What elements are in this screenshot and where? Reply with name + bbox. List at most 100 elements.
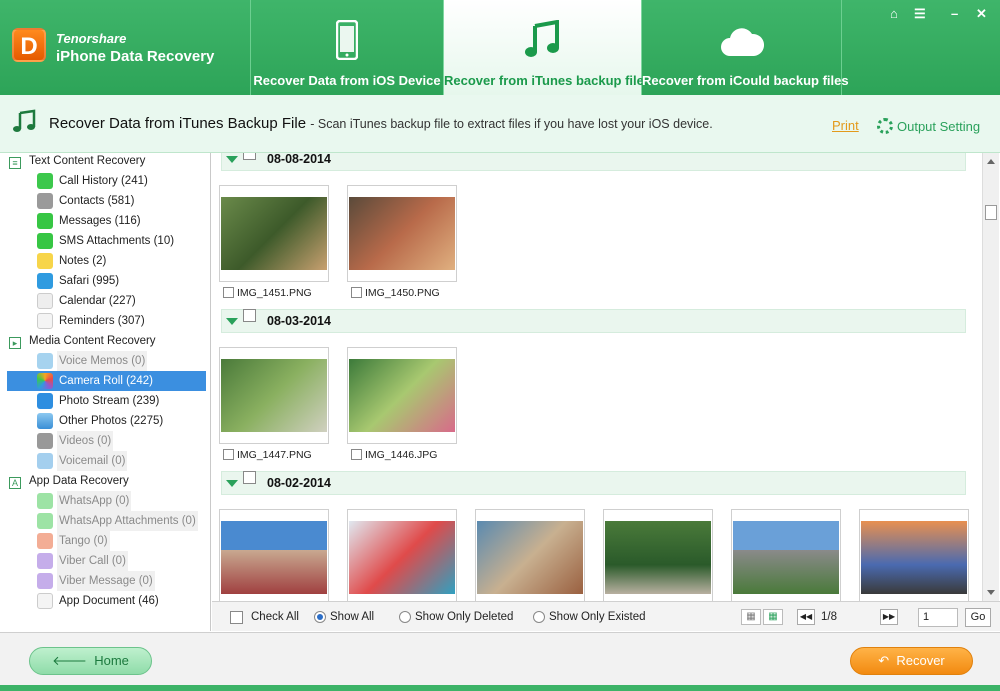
- first-page-icon[interactable]: ◀◀: [797, 609, 815, 625]
- menu-icon[interactable]: ☰: [914, 6, 926, 22]
- date-group-header[interactable]: 08-03-2014: [221, 309, 966, 333]
- show-existed-radio[interactable]: [533, 611, 545, 623]
- category-text-content[interactable]: ≡ Text Content Recovery: [0, 151, 145, 171]
- list-view-icon[interactable]: ▦: [741, 609, 761, 625]
- sidebar-item-notes[interactable]: Notes (2): [7, 251, 206, 271]
- go-button[interactable]: Go: [965, 608, 991, 627]
- collapse-arrow-icon[interactable]: [226, 156, 238, 163]
- scrollbar-thumb[interactable]: [985, 205, 997, 220]
- photo-checkbox[interactable]: [223, 287, 234, 298]
- photo-grid: 08-08-2014 IMG_1451.PNG IMG_1450.PNG 08-…: [212, 153, 982, 601]
- photo-thumbnail[interactable]: [731, 509, 841, 601]
- photo-checkbox[interactable]: [223, 449, 234, 460]
- photo-image: [349, 197, 455, 270]
- home-label: Home: [94, 653, 129, 668]
- tango-icon: [37, 533, 53, 549]
- sidebar-item-videos[interactable]: Videos (0): [7, 431, 206, 451]
- show-all-label: Show All: [330, 611, 375, 623]
- sidebar-item-call-history[interactable]: Call History (241): [7, 171, 206, 191]
- photo-thumbnail[interactable]: [219, 347, 329, 444]
- photo-caption[interactable]: IMG_1450.PNG: [351, 287, 440, 299]
- page-description: - Scan iTunes backup file to extract fil…: [310, 117, 713, 131]
- sidebar-item-label: Tango (0): [57, 531, 110, 551]
- scroll-up-icon[interactable]: [987, 159, 995, 164]
- photo-image: [349, 521, 455, 594]
- photo-thumbnail[interactable]: [859, 509, 969, 601]
- photo-thumbnail[interactable]: [219, 509, 329, 601]
- photo-thumbnail[interactable]: [347, 185, 457, 282]
- last-page-icon[interactable]: ▶▶: [880, 609, 898, 625]
- sidebar-item-viber-message[interactable]: Viber Message (0): [7, 571, 206, 591]
- output-setting-button[interactable]: Output Setting: [877, 118, 980, 134]
- page-number-input[interactable]: 1: [918, 608, 958, 627]
- sidebar-item-tango[interactable]: Tango (0): [7, 531, 206, 551]
- sidebar-item-camera-roll[interactable]: Camera Roll (242): [7, 371, 206, 391]
- sidebar: ≡ Text Content Recovery Call History (241…: [0, 153, 211, 631]
- sidebar-item-label: Contacts (581): [59, 195, 135, 207]
- recover-button[interactable]: ↶ Recover: [850, 647, 973, 675]
- app-title: iPhone Data Recovery: [56, 48, 215, 65]
- photo-caption[interactable]: IMG_1447.PNG: [223, 449, 312, 461]
- sidebar-item-safari[interactable]: Safari (995): [7, 271, 206, 291]
- photo-caption[interactable]: IMG_1451.PNG: [223, 287, 312, 299]
- check-all-checkbox[interactable]: [230, 611, 243, 624]
- collapse-arrow-icon[interactable]: [226, 480, 238, 487]
- sidebar-item-calendar[interactable]: Calendar (227): [7, 291, 206, 311]
- tenorshare-logo-icon: D: [12, 28, 46, 62]
- attachment-icon: [37, 233, 53, 249]
- date-group-header[interactable]: 08-08-2014: [221, 153, 966, 171]
- scroll-down-icon[interactable]: [987, 590, 995, 595]
- photo-checkbox[interactable]: [351, 287, 362, 298]
- app-icon: A: [9, 477, 21, 489]
- photo-thumbnail[interactable]: [347, 509, 457, 601]
- photo-thumbnail[interactable]: [603, 509, 713, 601]
- photo-thumbnail[interactable]: [219, 185, 329, 282]
- sidebar-item-messages[interactable]: Messages (116): [7, 211, 206, 231]
- home-icon[interactable]: ⌂: [890, 6, 898, 21]
- list-icon: ≡: [9, 157, 21, 169]
- group-checkbox[interactable]: [243, 153, 256, 160]
- group-checkbox[interactable]: [243, 471, 256, 484]
- check-all-label: Check All: [251, 611, 299, 623]
- sidebar-item-voicemail[interactable]: Voicemail (0): [7, 451, 206, 471]
- sidebar-item-whatsapp-attachments[interactable]: WhatsApp Attachments (0): [7, 511, 206, 531]
- group-date: 08-08-2014: [267, 153, 331, 166]
- photo-thumbnail[interactable]: [475, 509, 585, 601]
- tab-ios-device[interactable]: Recover Data from iOS Device: [250, 0, 443, 95]
- photo-thumbnail[interactable]: [347, 347, 457, 444]
- sidebar-item-other-photos[interactable]: Other Photos (2275): [7, 411, 206, 431]
- close-icon[interactable]: ✕: [976, 6, 987, 22]
- sidebar-item-app-document[interactable]: App Document (46): [7, 591, 206, 611]
- undo-icon: ↶: [878, 653, 897, 668]
- minimize-icon[interactable]: –: [951, 6, 958, 21]
- show-all-radio[interactable]: [314, 611, 326, 623]
- home-button[interactable]: 🡐 Home: [29, 647, 152, 675]
- category-media-content[interactable]: ▸ Media Content Recovery: [0, 331, 156, 351]
- viber-icon: [37, 573, 53, 589]
- date-group-header[interactable]: 08-02-2014: [221, 471, 966, 495]
- tab-icloud-backup[interactable]: Recover from iCould backup files: [642, 0, 849, 95]
- music-note-icon: [13, 109, 36, 132]
- show-existed-label: Show Only Existed: [549, 611, 646, 623]
- tab-itunes-backup[interactable]: Recover from iTunes backup files: [443, 0, 651, 95]
- print-link[interactable]: Print: [832, 118, 859, 133]
- sidebar-item-whatsapp[interactable]: WhatsApp (0): [7, 491, 206, 511]
- sidebar-item-contacts[interactable]: Contacts (581): [7, 191, 206, 211]
- vertical-scrollbar[interactable]: [982, 153, 999, 601]
- photo-checkbox[interactable]: [351, 449, 362, 460]
- grid-view-icon[interactable]: ▦: [763, 609, 783, 625]
- cloud-icon: [720, 28, 764, 56]
- photo-caption[interactable]: IMG_1446.JPG: [351, 449, 437, 461]
- sidebar-item-voice-memos[interactable]: Voice Memos (0): [7, 351, 206, 371]
- sidebar-item-label: Voicemail (0): [57, 451, 128, 471]
- sidebar-item-label: Photo Stream (239): [59, 395, 160, 407]
- sidebar-item-sms-attachments[interactable]: SMS Attachments (10): [7, 231, 206, 251]
- sidebar-item-label: Calendar (227): [59, 295, 136, 307]
- group-checkbox[interactable]: [243, 309, 256, 322]
- collapse-arrow-icon[interactable]: [226, 318, 238, 325]
- sidebar-item-viber-call[interactable]: Viber Call (0): [7, 551, 206, 571]
- category-app-data[interactable]: A App Data Recovery: [0, 471, 129, 491]
- show-deleted-radio[interactable]: [399, 611, 411, 623]
- sidebar-item-reminders[interactable]: Reminders (307): [7, 311, 206, 331]
- sidebar-item-photo-stream[interactable]: Photo Stream (239): [7, 391, 206, 411]
